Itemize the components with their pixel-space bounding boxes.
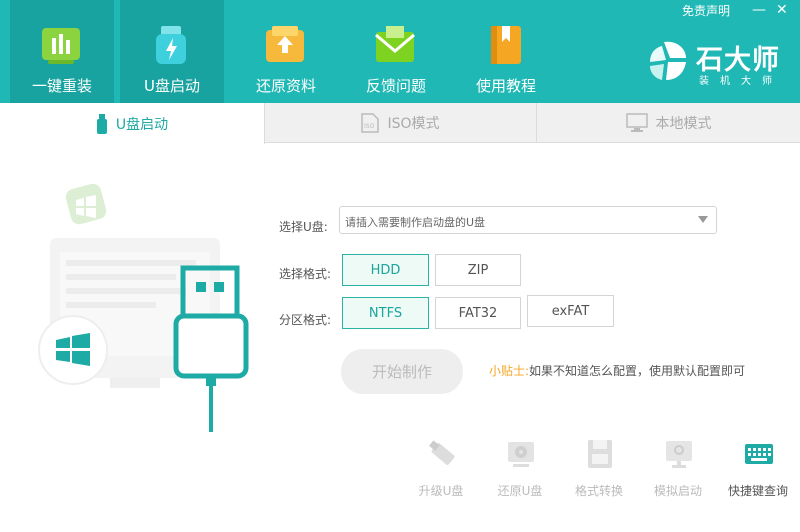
tip-key: 小贴士:: [489, 364, 530, 378]
tool-restore-usb[interactable]: 还原U盘: [482, 432, 558, 502]
tab-label: ISO模式: [387, 116, 440, 132]
usb-icon: [156, 26, 186, 64]
usb-icon: [96, 113, 107, 134]
mode-tabs: U盘启动 ISO ISO模式 本地模式: [0, 103, 800, 144]
tool-upgrade-usb[interactable]: 升级U盘: [403, 432, 479, 502]
restore-box-icon: [266, 26, 304, 62]
header-bar: 免责声明 — ✕ 一键重装 U盘启动 还原资料 反馈问题 使用教程 石大师 装机…: [0, 0, 800, 103]
disclaimer-link[interactable]: 免责声明: [682, 2, 730, 19]
brand-subtitle: 装机大师: [699, 76, 783, 87]
tip-text: 小贴士:如果不知道怎么配置，使用默认配置即可: [489, 362, 745, 379]
nav-label: U盘启动: [144, 77, 200, 95]
keyboard-icon: [745, 444, 773, 464]
floppy-icon: [588, 440, 612, 468]
start-making-button[interactable]: 开始制作: [341, 349, 463, 394]
partition-option-exfat[interactable]: exFAT: [527, 295, 614, 327]
tab-label: 本地模式: [655, 116, 712, 132]
nav-label: 还原资料: [255, 77, 316, 95]
nav-one-click-reinstall[interactable]: 一键重装: [10, 0, 114, 103]
format-label: 选择格式:: [279, 267, 332, 281]
usb-illustration: [38, 183, 249, 432]
windows-badge-icon: [65, 183, 107, 225]
envelope-icon: [375, 26, 415, 62]
tool-format-convert[interactable]: 格式转换: [561, 432, 637, 502]
monitor-icon: [625, 113, 648, 132]
tab-usb-boot[interactable]: U盘启动: [0, 103, 265, 144]
tool-hotkey-lookup[interactable]: 快捷键查询: [720, 432, 796, 502]
usb-drive-select[interactable]: 请插入需要制作启动盘的U盘: [339, 206, 717, 234]
tool-label: 还原U盘: [497, 484, 543, 498]
tool-simulate-boot[interactable]: 模拟启动: [640, 432, 716, 502]
book-icon: [491, 26, 521, 64]
nav-label: 使用教程: [475, 77, 536, 95]
tool-label: 升级U盘: [418, 484, 464, 498]
windows-logo-icon: [38, 315, 108, 385]
partition-option-ntfs[interactable]: NTFS: [342, 297, 429, 329]
logo-mark-icon: [650, 41, 686, 80]
nav-usb-boot[interactable]: U盘启动: [120, 0, 224, 103]
usb-stick-icon: [429, 440, 455, 465]
tool-label: 模拟启动: [653, 484, 702, 498]
close-button[interactable]: ✕: [776, 2, 788, 18]
nav-restore-data[interactable]: 还原资料: [234, 0, 338, 103]
main-nav: 一键重装 U盘启动 还原资料 反馈问题 使用教程: [10, 0, 564, 103]
nav-label: 一键重装: [31, 77, 92, 95]
restore-disk-icon: [508, 442, 534, 467]
tool-label: 格式转换: [574, 484, 623, 498]
tab-iso-mode[interactable]: ISO ISO模式: [265, 103, 537, 143]
simulate-monitor-icon: [666, 441, 692, 468]
tool-label: 快捷键查询: [727, 484, 788, 498]
usb-select-placeholder: 请插入需要制作启动盘的U盘: [345, 216, 486, 229]
nav-tutorial[interactable]: 使用教程: [454, 0, 558, 103]
format-option-zip[interactable]: ZIP: [435, 254, 521, 286]
iso-icon: ISO: [361, 113, 380, 133]
partition-label: 分区格式:: [279, 313, 332, 327]
tab-label: U盘启动: [115, 116, 169, 133]
nav-feedback[interactable]: 反馈问题: [344, 0, 448, 103]
format-option-hdd[interactable]: HDD: [342, 254, 429, 286]
chevron-down-icon: [698, 216, 708, 223]
tip-body: 如果不知道怎么配置，使用默认配置即可: [529, 364, 746, 378]
svg-text:ISO: ISO: [364, 123, 375, 130]
nav-label: 反馈问题: [365, 77, 426, 95]
tab-local-mode[interactable]: 本地模式: [537, 103, 800, 143]
bar-chart-icon: [42, 28, 80, 64]
minimize-button[interactable]: —: [752, 2, 766, 18]
brand-logo: 石大师 装机大师: [646, 38, 796, 88]
usb-select-label: 选择U盘:: [279, 220, 328, 234]
partition-option-fat32[interactable]: FAT32: [435, 297, 521, 329]
